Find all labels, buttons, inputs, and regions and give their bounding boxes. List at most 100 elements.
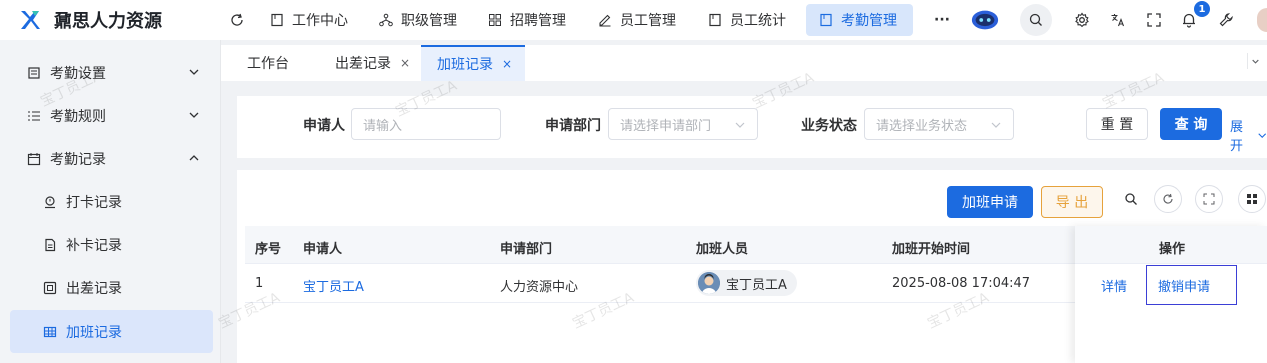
- calendar-grid-icon: [42, 280, 58, 296]
- nav-work-center[interactable]: 工作中心: [257, 4, 361, 36]
- nav-employee-management[interactable]: 员工管理: [585, 4, 689, 36]
- col-index: 序号: [255, 242, 282, 257]
- applicant-input[interactable]: 请输入: [351, 108, 501, 140]
- list-icon: [26, 108, 42, 124]
- fullscreen-icon[interactable]: [1144, 10, 1164, 30]
- search-icon[interactable]: [1020, 4, 1052, 36]
- actions-header: 操作: [1075, 226, 1267, 264]
- nav-label: 员工管理: [620, 13, 676, 29]
- person-tag: 宝丁员工A: [696, 270, 797, 296]
- columns-icon[interactable]: [1238, 185, 1266, 213]
- row-dept: 人力资源中心: [500, 280, 579, 295]
- avatar: [698, 272, 720, 294]
- chevron-up-icon: [189, 155, 199, 161]
- sidebar: 鼐思人力资源 考勤设置 考勤规则 考勤记录 打卡记录 补卡记录 出差记录 加班记…: [0, 0, 221, 363]
- tabs-bar: 工作台 出差记录 × 加班记录 ×: [221, 45, 1267, 81]
- org-chart-icon: [379, 13, 393, 27]
- dept-label: 申请部门: [545, 118, 601, 134]
- person-name: 宝丁员工A: [726, 277, 787, 293]
- sidebar-item-label: 加班记录: [66, 324, 122, 341]
- gear-icon[interactable]: [1072, 10, 1092, 30]
- sidebar-item-label: 打卡记录: [66, 194, 122, 211]
- robot-assistant-icon[interactable]: [969, 8, 1001, 32]
- sidebar-item-attendance-rules[interactable]: 考勤规则: [0, 94, 221, 137]
- settings-doc-icon: [26, 65, 42, 81]
- nav-label: 员工统计: [730, 13, 786, 29]
- nav-attendance-management[interactable]: 考勤管理: [806, 4, 913, 36]
- document-icon: [820, 13, 832, 27]
- nav-label: 工作中心: [292, 13, 348, 29]
- col-dept: 申请部门: [500, 242, 553, 257]
- nav-recruitment-management[interactable]: 招聘管理: [475, 4, 579, 36]
- close-icon[interactable]: ×: [400, 56, 410, 70]
- nav-label: 招聘管理: [510, 13, 566, 29]
- nav-employee-statistics[interactable]: 员工统计: [695, 4, 799, 36]
- search-button[interactable]: 查 询: [1160, 108, 1222, 140]
- sidebar-item-label: 出差记录: [66, 280, 122, 297]
- expand-toggle[interactable]: 展开: [1230, 116, 1267, 154]
- tab-workbench[interactable]: 工作台: [247, 45, 289, 81]
- sidebar-item-business-trip-records[interactable]: 出差记录: [0, 266, 221, 309]
- col-applicant: 申请人: [303, 242, 343, 257]
- tab-label: 出差记录: [335, 56, 391, 72]
- sidebar-item-clockin-records[interactable]: 打卡记录: [0, 180, 221, 223]
- status-placeholder: 请选择业务状态: [876, 118, 968, 134]
- chevron-down-icon: [991, 122, 1001, 128]
- status-label: 业务状态: [801, 118, 857, 134]
- sidebar-item-label: 考勤记录: [50, 151, 106, 168]
- app-title: 鼐思人力资源: [54, 11, 162, 32]
- sidebar-item-overtime-records[interactable]: 加班记录: [10, 310, 213, 353]
- avatar[interactable]: [1257, 8, 1267, 32]
- table-icon: [42, 324, 58, 340]
- document-icon: [42, 237, 58, 253]
- chevron-down-icon: [735, 122, 745, 128]
- col-start-time: 加班开始时间: [892, 242, 971, 257]
- row-index: 1: [255, 276, 264, 291]
- dept-select[interactable]: 请选择申请部门: [608, 108, 758, 140]
- notification-badge: 1: [1194, 1, 1210, 17]
- sidebar-item-label: 考勤规则: [50, 108, 106, 125]
- wrench-icon[interactable]: [1216, 10, 1236, 30]
- dept-placeholder: 请选择申请部门: [620, 118, 712, 134]
- tab-label: 工作台: [247, 56, 289, 72]
- tab-overtime[interactable]: 加班记录 ×: [421, 45, 525, 81]
- nav-rank-management[interactable]: 职级管理: [366, 4, 470, 36]
- chevron-down-icon: [189, 69, 199, 75]
- col-overtime-person: 加班人员: [696, 242, 749, 257]
- col-actions: 操作: [1159, 242, 1186, 257]
- chevron-down-icon: [1257, 132, 1266, 138]
- more-icon: ···: [934, 12, 950, 28]
- document-icon: [271, 13, 283, 27]
- status-select[interactable]: 请选择业务状态: [864, 108, 1014, 140]
- sidebar-item-attendance-records[interactable]: 考勤记录: [0, 137, 221, 180]
- row-start-time: 2025-08-08 17:04:47: [892, 276, 1031, 291]
- chevron-down-icon[interactable]: [1247, 53, 1263, 69]
- revoke-application-link[interactable]: 撤销申请: [1146, 265, 1237, 305]
- tab-business-trip[interactable]: 出差记录 ×: [335, 45, 410, 81]
- export-button[interactable]: 导 出: [1041, 186, 1103, 218]
- chevron-down-icon: [189, 112, 199, 118]
- overtime-apply-button[interactable]: 加班申请: [947, 186, 1033, 218]
- refresh-icon[interactable]: [1154, 185, 1182, 213]
- translate-icon[interactable]: [1108, 10, 1128, 30]
- sidebar-item-attendance-settings[interactable]: 考勤设置: [0, 51, 221, 94]
- nav-more[interactable]: ···: [921, 4, 963, 36]
- app-logo: 鼐思人力资源: [0, 0, 221, 40]
- expand-icon[interactable]: [1195, 185, 1223, 213]
- edit-icon: [599, 14, 611, 27]
- top-navbar: 工作中心 职级管理 招聘管理 员工管理 员工统计 考勤管理 ··· 1: [221, 0, 1267, 40]
- refresh-icon[interactable]: [229, 12, 245, 28]
- filter-panel: 申请人 请输入 申请部门 请选择申请部门 业务状态 请选择业务状态 重 置 查 …: [237, 96, 1267, 158]
- sidebar-item-label: 考勤设置: [50, 65, 106, 82]
- expand-label: 展开: [1230, 120, 1244, 154]
- search-icon[interactable]: [1117, 185, 1145, 213]
- close-icon[interactable]: ×: [502, 57, 512, 71]
- actions-column: 操作 详情 撤销申请: [1075, 226, 1267, 363]
- clock-icon: [42, 194, 58, 210]
- detail-link[interactable]: 详情: [1101, 276, 1127, 295]
- document-icon: [709, 13, 721, 27]
- sidebar-item-makeup-records[interactable]: 补卡记录: [0, 223, 221, 266]
- applicant-link[interactable]: 宝丁员工A: [303, 276, 364, 295]
- nav-label: 职级管理: [401, 13, 457, 29]
- reset-button[interactable]: 重 置: [1086, 108, 1148, 140]
